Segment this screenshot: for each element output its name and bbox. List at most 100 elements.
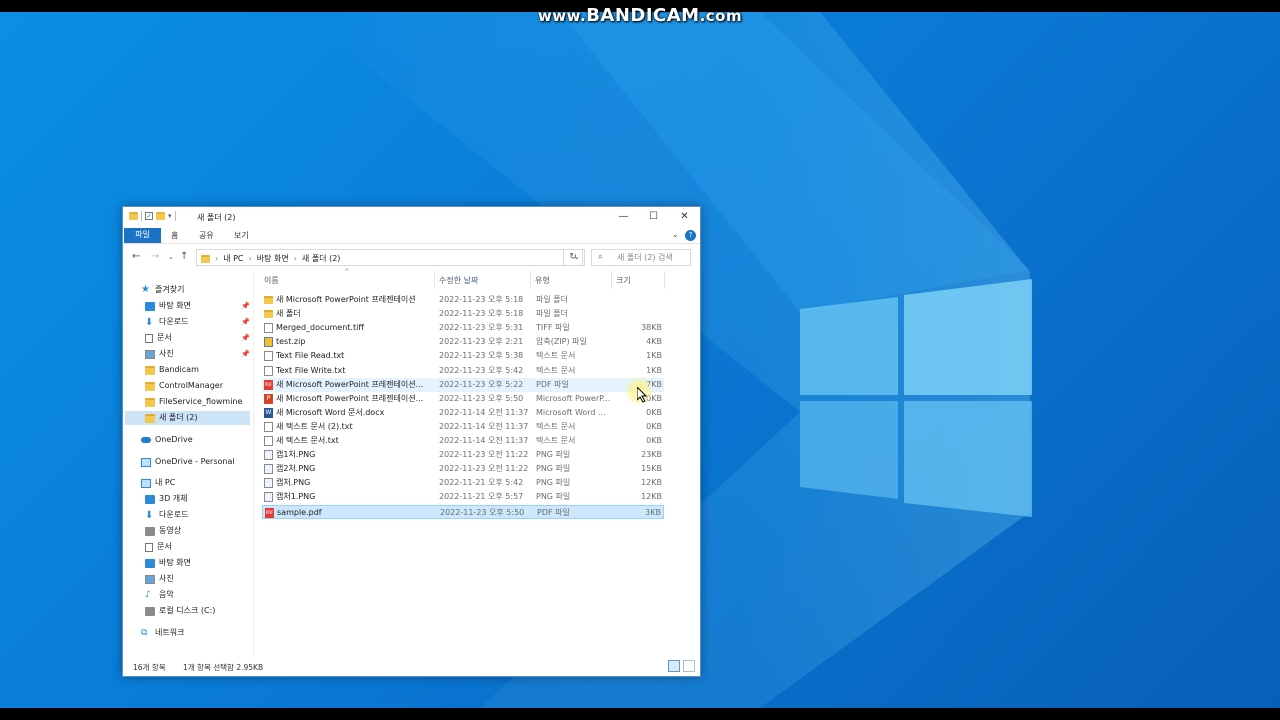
download-icon: ⬇ [145, 509, 154, 521]
desktop-icon [145, 301, 155, 311]
minimize-button[interactable]: — [608, 207, 639, 227]
file-row[interactable]: 캡1처.PNG 2022-11-23 오전 11:22 PNG 파일 23KB [262, 448, 664, 462]
cloud-icon [141, 457, 151, 467]
sidebar-item-onedrive-personal[interactable]: OneDrive - Personal [141, 455, 235, 469]
folder-icon [201, 254, 210, 263]
file-row[interactable]: 캡처.PNG 2022-11-21 오후 5:42 PNG 파일 12KB [262, 476, 664, 490]
new-folder-icon[interactable] [156, 212, 165, 220]
file-row[interactable]: 캡처1.PNG 2022-11-21 오후 5:57 PNG 파일 12KB [262, 490, 664, 504]
close-button[interactable]: ✕ [669, 207, 700, 227]
breadcrumb-this-pc[interactable]: 내 PC [223, 253, 243, 264]
sidebar-item-music[interactable]: ♪ 음악 [145, 588, 174, 602]
file-date: 2022-11-21 오후 5:57 [439, 492, 524, 502]
sidebar-item-new-folder-2[interactable]: 새 폴더 (2) [125, 411, 250, 425]
help-icon[interactable]: ? [685, 230, 696, 241]
file-date: 2022-11-23 오후 5:50 [439, 393, 524, 403]
sidebar-item-bandicam[interactable]: Bandicam [145, 363, 199, 377]
file-row[interactable]: Merged_document.tiff 2022-11-23 오후 5:31 TI… [262, 321, 664, 335]
expand-ribbon-icon[interactable]: ⌄ [672, 230, 679, 239]
file-type: TIFF 파일 [536, 323, 570, 333]
file-row[interactable]: 새 텍스트 문서.txt 2022-11-14 오전 11:37 텍스트 문서 0KB [262, 434, 664, 448]
file-row[interactable]: 새 텍스트 문서 (2).txt 2022-11-14 오전 11:37 텍스트 문… [262, 420, 664, 434]
file-row[interactable]: W새 Microsoft Word 문서.docx 2022-11-14 오전 1… [262, 406, 664, 420]
address-bar[interactable]: › 내 PC › 바탕 화면 › 새 폴더 (2) ⌄ [196, 249, 585, 266]
item-count: 16개 항목 [133, 663, 166, 672]
refresh-icon[interactable]: ↻ [563, 249, 583, 266]
network-icon: ⧉ [141, 627, 148, 638]
maximize-button[interactable]: ☐ [638, 207, 669, 227]
sidebar-item-network[interactable]: ⧉ 네트워크 [141, 626, 184, 640]
file-type: PNG 파일 [536, 464, 571, 474]
file-row[interactable]: test.zip 2022-11-23 오후 2:21 압축(ZIP) 파일 4KB [262, 335, 664, 349]
properties-icon[interactable]: ✓ [145, 212, 153, 220]
recent-locations-icon[interactable]: ⌄ [168, 253, 174, 261]
file-date: 2022-11-23 오후 2:21 [439, 337, 524, 347]
breadcrumb-desktop[interactable]: 바탕 화면 [257, 253, 289, 264]
file-row[interactable]: Text File Read.txt 2022-11-23 오후 5:38 텍스트 … [262, 349, 664, 363]
forward-arrow-icon[interactable]: → [151, 251, 159, 262]
tab-view[interactable]: 보기 [234, 229, 249, 243]
file-name: 새 Microsoft Word 문서.docx [276, 407, 385, 417]
column-size[interactable]: 크기 [616, 275, 631, 286]
pin-icon: 📌 [241, 318, 250, 326]
sidebar-item-quick-access[interactable]: ★ 즐겨찾기 [141, 283, 184, 297]
file-date: 2022-11-23 오후 5:18 [439, 309, 524, 319]
file-row[interactable]: PDF 새 Microsoft PowerPoint 프레젠테이션... 2022-… [262, 377, 664, 392]
sidebar-item-desktop[interactable]: 바탕 화면 [145, 556, 191, 570]
sidebar-item-this-pc[interactable]: 내 PC [141, 476, 175, 490]
sidebar-item-local-disk[interactable]: 로컬 디스크 (C:) [145, 604, 215, 618]
file-size: 3KB [645, 507, 661, 517]
pin-icon: 📌 [241, 334, 250, 342]
back-arrow-icon[interactable]: ← [132, 251, 140, 262]
column-type[interactable]: 유형 [535, 275, 550, 286]
tab-share[interactable]: 공유 [199, 229, 214, 243]
sidebar-item-3d-objects[interactable]: 3D 개체 [145, 492, 188, 506]
tab-home[interactable]: 홈 [171, 229, 178, 243]
sidebar-item-pictures-pinned[interactable]: 사진 [145, 347, 174, 361]
sort-ascending-icon: ^ [344, 268, 350, 276]
sidebar-item-downloads-pinned[interactable]: ⬇ 다운로드 [145, 315, 188, 329]
customize-toolbar-icon[interactable]: ▾ [168, 212, 172, 220]
details-view-icon[interactable] [668, 660, 680, 672]
file-row[interactable]: Text File Write.txt 2022-11-23 오후 5:42 텍스트… [262, 364, 664, 378]
png-file-icon [264, 450, 273, 461]
status-bar: 16개 항목 1개 항목 선택함 2.95KB [123, 657, 700, 676]
sidebar-item-pictures[interactable]: 사진 [145, 572, 174, 586]
breadcrumb-current-folder[interactable]: 새 폴더 (2) [302, 253, 341, 264]
folder-icon [129, 212, 138, 220]
sidebar-item-onedrive[interactable]: OneDrive [141, 433, 193, 447]
file-type: Microsoft Word ... [536, 407, 606, 417]
title-bar[interactable]: ✓ ▾ 새 폴더 (2) — ☐ ✕ [123, 207, 700, 227]
file-row[interactable]: 새 폴더 2022-11-23 오후 5:18 파일 폴더 [262, 307, 664, 321]
sidebar-item-desktop-pinned[interactable]: 바탕 화면 [145, 299, 191, 313]
file-row[interactable]: PDF sample.pdf 2022-11-23 오후 5:50 PDF 파일 3KB [262, 504, 664, 519]
pdf-file-icon: PDF [264, 379, 273, 390]
pin-icon: 📌 [241, 302, 250, 310]
sidebar-item-downloads[interactable]: ⬇ 다운로드 [145, 508, 188, 522]
file-type: PNG 파일 [536, 492, 571, 502]
file-row[interactable]: P새 Microsoft PowerPoint 프레젠테이션... 2022-11… [262, 392, 664, 406]
file-name: sample.pdf [277, 507, 322, 517]
file-date: 2022-11-23 오후 5:22 [439, 379, 524, 389]
column-date[interactable]: 수정한 날짜 [439, 275, 478, 286]
file-type: 텍스트 문서 [536, 436, 576, 445]
file-size: 1KB [646, 365, 662, 375]
3d-objects-icon [145, 494, 155, 504]
sidebar-item-controlmanager[interactable]: ControlManager [145, 379, 223, 393]
file-row[interactable]: 새 Microsoft PowerPoint 프레젠테이션 2022-11-23 … [262, 293, 664, 307]
sidebar-item-fileservice[interactable]: FileService_flowmine [145, 395, 242, 409]
tab-file[interactable]: 파일 [124, 228, 161, 243]
up-arrow-icon[interactable]: ↑ [180, 251, 188, 262]
sidebar-item-documents[interactable]: 문서 [145, 540, 172, 554]
file-row[interactable]: 캡2처.PNG 2022-11-23 오전 11:22 PNG 파일 15KB [262, 462, 664, 476]
sidebar-item-documents-pinned[interactable]: 문서 [145, 331, 172, 345]
file-name: 캡처.PNG [276, 478, 311, 488]
column-name[interactable]: 이름 [264, 275, 279, 286]
star-icon: ★ [141, 284, 150, 295]
file-name: 캡2처.PNG [276, 464, 316, 474]
pc-icon [141, 478, 151, 488]
folder-file-icon [264, 296, 273, 304]
search-input[interactable]: ⌕ 새 폴더 (2) 검색 [591, 249, 691, 266]
sidebar-item-videos[interactable]: 동영상 [145, 524, 181, 538]
large-icons-view-icon[interactable] [683, 660, 695, 672]
